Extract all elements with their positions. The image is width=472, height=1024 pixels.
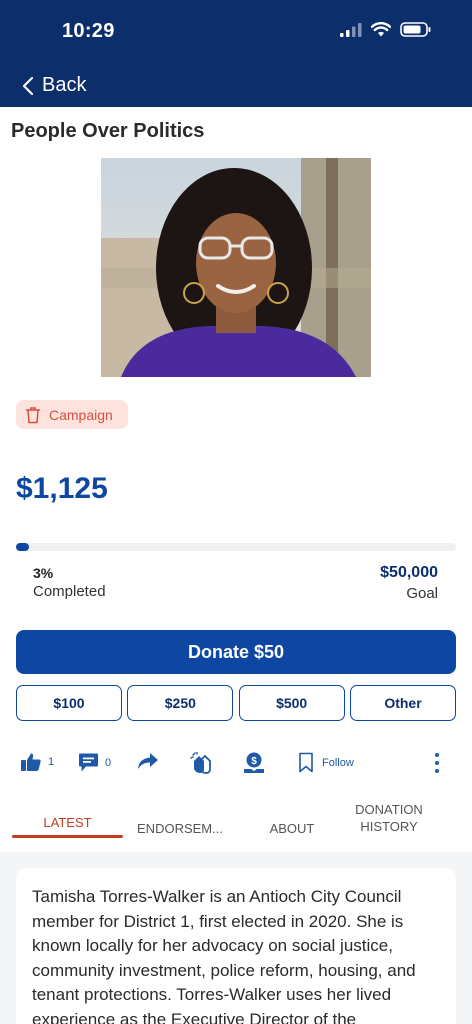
donation-amount-options: $100 $250 $500 Other: [16, 685, 456, 721]
comment-button[interactable]: 0: [78, 752, 111, 773]
goal-amount: $50,000: [380, 564, 438, 581]
tab-endorsements[interactable]: ENDORSEM...: [128, 820, 232, 837]
bookmark-icon: [299, 752, 313, 773]
thumbs-up-icon: [21, 753, 41, 771]
header-bar: 10:29 Back: [0, 0, 472, 107]
campaign-badge: Campaign: [16, 400, 128, 429]
like-count: 1: [48, 756, 55, 768]
back-button[interactable]: Back: [22, 74, 86, 97]
campaign-badge-label: Campaign: [49, 406, 113, 423]
percent-completed: 3%: [33, 565, 54, 581]
trash-bin-icon: [25, 406, 41, 423]
cellular-signal-icon: [340, 22, 362, 37]
share-button[interactable]: [137, 752, 159, 770]
candidate-photo: [101, 158, 371, 377]
like-button[interactable]: 1: [20, 752, 54, 772]
action-bar: 1 0 $ Follow: [0, 748, 472, 780]
more-options-button[interactable]: [430, 752, 444, 774]
tab-about[interactable]: ABOUT: [252, 820, 332, 837]
tab-bar: LATEST ENDORSEM... ABOUT DONATION HISTOR…: [0, 800, 472, 850]
status-time: 10:29: [62, 20, 115, 42]
clapping-hands-icon: [190, 752, 211, 774]
clap-button[interactable]: [190, 752, 214, 774]
amount-500-button[interactable]: $500: [238, 685, 345, 721]
wifi-icon: [371, 22, 391, 37]
svg-text:$: $: [251, 756, 257, 767]
tab-latest[interactable]: LATEST: [12, 814, 123, 831]
status-icons: [340, 22, 432, 37]
follow-button[interactable]: Follow: [298, 752, 354, 773]
more-vertical-icon: [435, 753, 439, 773]
page-title: People Over Politics: [11, 120, 205, 142]
progress-bar: [16, 543, 456, 551]
description-text: Tamisha Torres-Walker is an Antioch City…: [32, 887, 416, 1024]
share-arrow-icon: [138, 753, 158, 769]
comment-icon: [79, 753, 98, 772]
amount-raised: $1,125: [16, 472, 108, 505]
completed-label: Completed: [33, 583, 106, 600]
back-label: Back: [42, 74, 87, 96]
donate-hand-button[interactable]: $: [243, 752, 265, 774]
campaign-screen: 10:29 Back People Over Politics Campaign…: [0, 0, 472, 1024]
chevron-left-icon: [22, 76, 34, 95]
goal-label: Goal: [406, 585, 438, 602]
progress-fill: [16, 543, 30, 551]
hand-coin-icon: $: [244, 752, 264, 773]
amount-100-button[interactable]: $100: [16, 685, 122, 721]
tab-donation-history[interactable]: DONATION HISTORY: [343, 801, 435, 835]
battery-icon: [400, 22, 431, 37]
comment-count: 0: [105, 756, 112, 769]
amount-other-button[interactable]: Other: [349, 685, 456, 721]
description-card: Tamisha Torres-Walker is an Antioch City…: [16, 868, 456, 1024]
active-tab-indicator: [12, 835, 123, 838]
follow-label: Follow: [322, 756, 354, 769]
donate-button[interactable]: Donate $50: [16, 630, 456, 674]
amount-250-button[interactable]: $250: [127, 685, 234, 721]
